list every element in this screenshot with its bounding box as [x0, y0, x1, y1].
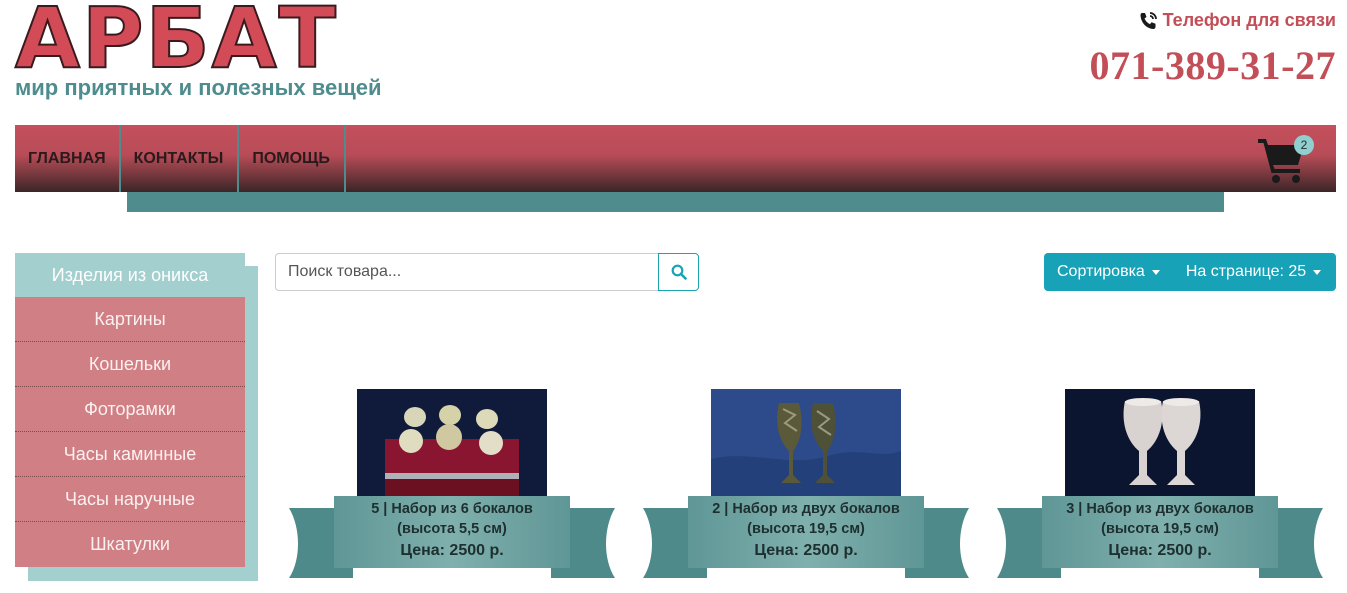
nav-underbar [127, 192, 1224, 212]
phone-label-text: Телефон для связи [1162, 10, 1336, 30]
nav-item-help[interactable]: ПОМОЩЬ [239, 125, 346, 192]
site-tagline: мир приятных и полезных вещей [15, 75, 382, 100]
listing-toolbar: Сортировка На странице: 25 [1044, 253, 1336, 291]
search-icon [671, 264, 687, 280]
sort-label: Сортировка [1057, 263, 1145, 280]
product-card[interactable]: 2 | Набор из двух бокалов (высота 19,5 с… [643, 389, 969, 581]
cart-button[interactable]: 2 [1256, 133, 1314, 185]
product-title: 2 | Набор из двух бокалов [712, 501, 900, 517]
sort-dropdown[interactable]: Сортировка [1044, 253, 1173, 291]
nav-item-contacts[interactable]: КОНТАКТЫ [121, 125, 240, 192]
sidebar-item-photo-frames[interactable]: Фоторамки [15, 387, 245, 432]
product-card[interactable]: 5 | Набор из 6 бокалов (высота 5,5 см) Ц… [289, 389, 615, 581]
caret-down-icon [1151, 269, 1160, 275]
site-logo[interactable]: АРБАТ мир приятных и полезных вещей [14, 0, 405, 104]
search-button[interactable] [658, 253, 699, 291]
nav-item-home[interactable]: ГЛАВНАЯ [15, 125, 121, 192]
product-image[interactable] [357, 389, 547, 497]
product-info-ribbon[interactable]: 3 | Набор из двух бокалов (высота 19,5 с… [1042, 496, 1278, 568]
sidebar-item-boxes[interactable]: Шкатулки [15, 522, 245, 567]
product-card[interactable]: 3 | Набор из двух бокалов (высота 19,5 с… [997, 389, 1323, 581]
product-price: Цена: 2500 р. [400, 542, 504, 559]
product-price: Цена: 2500 р. [754, 542, 858, 559]
sidebar-item-wallets[interactable]: Кошельки [15, 342, 245, 387]
product-image[interactable] [1065, 389, 1255, 497]
logo-text: АРБАТ [14, 0, 338, 87]
per-page-dropdown[interactable]: На странице: 25 [1173, 253, 1334, 291]
product-subtitle: (высота 19,5 см) [1101, 521, 1219, 537]
product-subtitle: (высота 5,5 см) [397, 521, 507, 537]
product-info-ribbon[interactable]: 2 | Набор из двух бокалов (высота 19,5 с… [688, 496, 924, 568]
sidebar-item-mantel-clocks[interactable]: Часы каминные [15, 432, 245, 477]
product-title: 5 | Набор из 6 бокалов [371, 501, 533, 517]
sidebar-item-wristwatches[interactable]: Часы наручные [15, 477, 245, 522]
product-image[interactable] [711, 389, 901, 497]
category-sidebar: Изделия из оникса Картины Кошельки Фотор… [15, 253, 245, 567]
phone-label: Телефон для связи [1139, 10, 1336, 31]
search-input[interactable] [275, 253, 658, 291]
product-info-ribbon[interactable]: 5 | Набор из 6 бокалов (высота 5,5 см) Ц… [334, 496, 570, 568]
product-subtitle: (высота 19,5 см) [747, 521, 865, 537]
product-price: Цена: 2500 р. [1108, 542, 1212, 559]
phone-icon [1140, 11, 1157, 29]
caret-down-icon [1313, 269, 1322, 275]
product-title: 3 | Набор из двух бокалов [1066, 501, 1254, 517]
phone-number[interactable]: 071-389-31-27 [1090, 42, 1336, 89]
per-page-label: На странице: 25 [1185, 263, 1307, 280]
main-nav: ГЛАВНАЯ КОНТАКТЫ ПОМОЩЬ 2 [15, 125, 1336, 192]
cart-count-badge: 2 [1294, 135, 1314, 155]
sidebar-header[interactable]: Изделия из оникса [15, 253, 245, 297]
product-search [275, 253, 699, 291]
sidebar-item-paintings[interactable]: Картины [15, 297, 245, 342]
